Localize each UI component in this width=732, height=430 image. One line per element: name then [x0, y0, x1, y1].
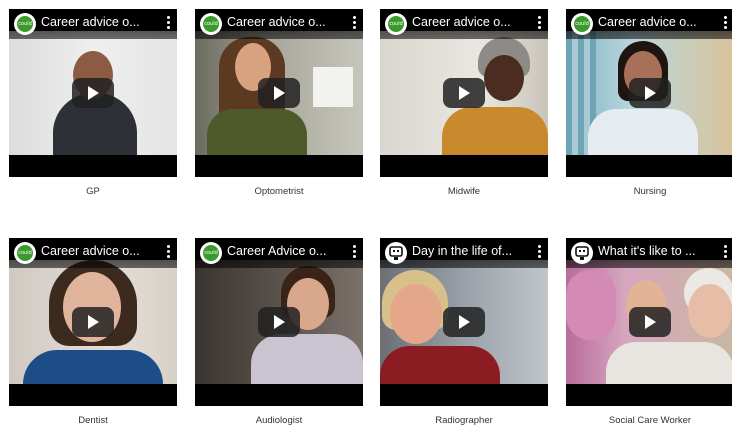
video-title-bar: could Career advice o...: [380, 9, 548, 39]
video-title[interactable]: Career advice o...: [227, 15, 339, 29]
person-body: [23, 350, 163, 384]
more-vert-icon[interactable]: [538, 16, 542, 32]
video-title-bar: could Career Advice o...: [195, 238, 363, 268]
video-caption: Audiologist: [255, 415, 303, 426]
video-title[interactable]: Career advice o...: [412, 15, 524, 29]
video-thumbnail[interactable]: could Career advice o...: [195, 9, 363, 177]
video-caption: Dentist: [78, 415, 108, 426]
more-vert-icon[interactable]: [353, 16, 357, 32]
eye-chart: [313, 67, 353, 107]
more-vert-icon[interactable]: [167, 245, 171, 261]
channel-avatar-icon[interactable]: [385, 242, 407, 264]
play-button-icon[interactable]: [629, 307, 671, 337]
person-body: [380, 346, 500, 384]
person-body: [251, 334, 363, 384]
channel-avatar-icon[interactable]: could: [385, 13, 407, 35]
play-button-icon[interactable]: [443, 78, 485, 108]
video-title[interactable]: Career advice o...: [41, 244, 153, 258]
person-body: [442, 107, 548, 155]
video-caption: Midwife: [447, 186, 481, 197]
channel-avatar-icon[interactable]: could: [14, 13, 36, 35]
video-caption: Radiographer: [435, 415, 493, 426]
video-thumbnail[interactable]: could Career advice o...: [9, 238, 177, 406]
video-caption: GP: [86, 186, 100, 197]
play-button-icon[interactable]: [258, 78, 300, 108]
channel-avatar-icon[interactable]: could: [571, 13, 593, 35]
play-button-icon[interactable]: [258, 307, 300, 337]
video-title[interactable]: What it's like to ...: [598, 244, 710, 258]
person-head: [484, 55, 524, 101]
video-title[interactable]: Career advice o...: [41, 15, 153, 29]
person-body: [588, 109, 698, 155]
video-title-bar: Day in the life of...: [380, 238, 548, 268]
play-button-icon[interactable]: [72, 78, 114, 108]
video-title[interactable]: Career advice o...: [598, 15, 710, 29]
video-title-bar: could Career advice o...: [9, 238, 177, 268]
more-vert-icon[interactable]: [724, 245, 728, 261]
persons-body: [606, 342, 732, 384]
video-thumbnail[interactable]: could Career Advice o...: [195, 238, 363, 406]
video-thumbnail[interactable]: could Career advice o...: [9, 9, 177, 177]
video-title-bar: could Career advice o...: [9, 9, 177, 39]
video-title[interactable]: Career Advice o...: [227, 244, 339, 258]
video-title-bar: could Career advice o...: [195, 9, 363, 39]
channel-avatar-icon[interactable]: could: [14, 242, 36, 264]
video-caption: Nursing: [633, 186, 667, 197]
play-button-icon[interactable]: [629, 78, 671, 108]
more-vert-icon[interactable]: [167, 16, 171, 32]
play-button-icon[interactable]: [443, 307, 485, 337]
person-head: [390, 284, 442, 344]
channel-avatar-icon[interactable]: [571, 242, 593, 264]
more-vert-icon[interactable]: [724, 16, 728, 32]
video-caption: Social Care Worker: [608, 415, 692, 426]
video-thumbnail[interactable]: Day in the life of...: [380, 238, 548, 406]
video-caption: Optometrist: [254, 186, 304, 197]
more-vert-icon[interactable]: [538, 245, 542, 261]
video-thumbnail[interactable]: What it's like to ...: [566, 238, 732, 406]
video-title-bar: could Career advice o...: [566, 9, 732, 39]
channel-avatar-icon[interactable]: could: [200, 242, 222, 264]
video-title-bar: What it's like to ...: [566, 238, 732, 268]
flowers: [566, 270, 616, 340]
video-title[interactable]: Day in the life of...: [412, 244, 524, 258]
play-button-icon[interactable]: [72, 307, 114, 337]
video-thumbnail[interactable]: could Career advice o...: [566, 9, 732, 177]
person-body: [207, 109, 307, 155]
channel-avatar-icon[interactable]: could: [200, 13, 222, 35]
more-vert-icon[interactable]: [353, 245, 357, 261]
person-elder-head: [688, 284, 732, 338]
video-thumbnail[interactable]: could Career advice o...: [380, 9, 548, 177]
